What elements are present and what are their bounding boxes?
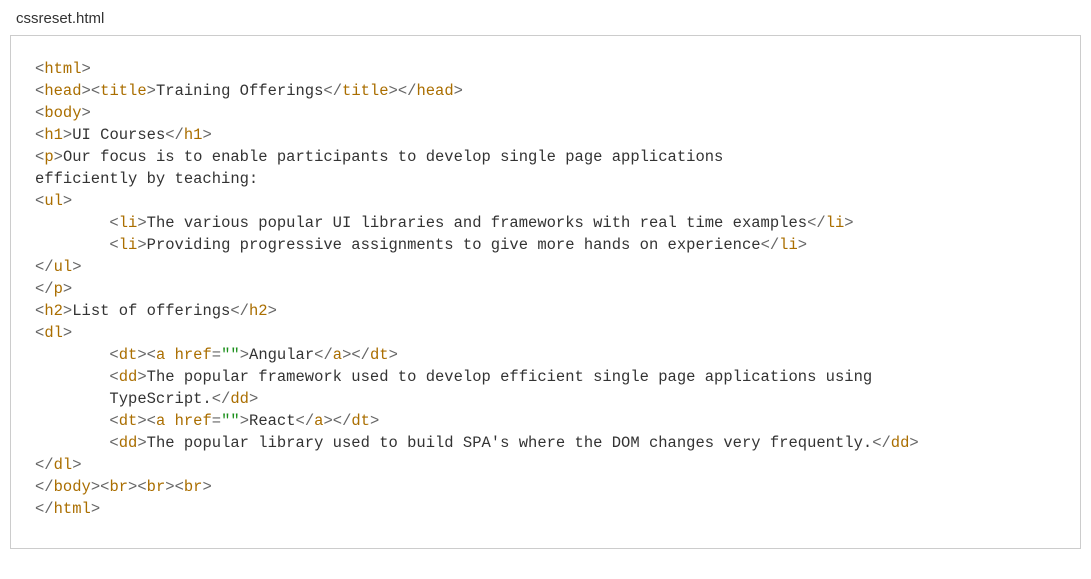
filename-label: cssreset.html bbox=[16, 10, 1081, 27]
code-viewer: <html> <head><title>Training Offerings</… bbox=[10, 35, 1081, 549]
code-content: <html> <head><title>Training Offerings</… bbox=[35, 58, 1056, 520]
